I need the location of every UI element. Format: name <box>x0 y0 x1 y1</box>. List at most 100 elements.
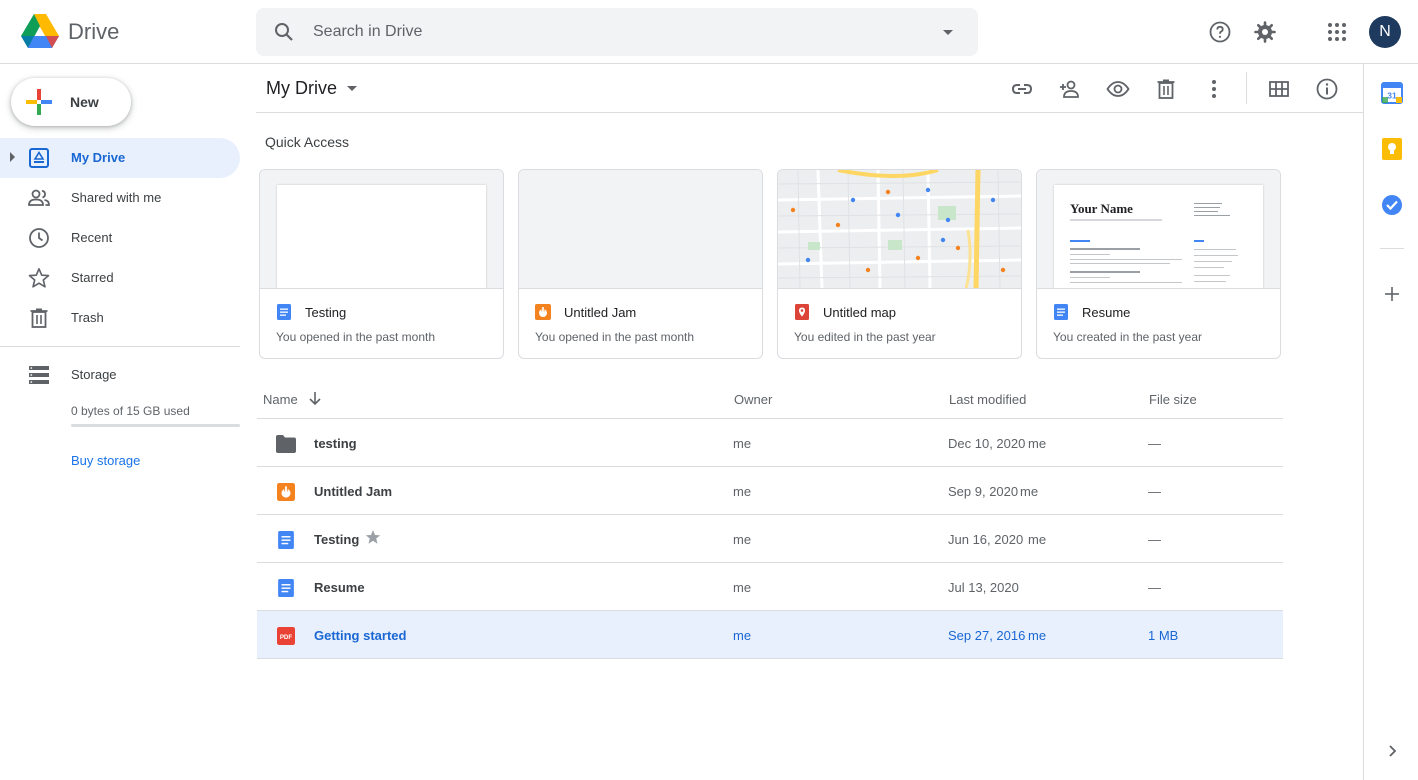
pdf-file-icon: PDF <box>277 627 295 645</box>
sidebar-item-label: Starred <box>71 270 114 285</box>
keep-icon[interactable] <box>1381 138 1403 160</box>
calendar-icon[interactable]: 31 <box>1381 82 1403 104</box>
file-size: 1 MB <box>1148 628 1179 643</box>
file-owner: me <box>733 532 752 547</box>
top-bar: Drive N <box>0 0 1418 64</box>
expand-arrow-icon[interactable] <box>10 152 15 162</box>
map-thumbnail-image <box>778 170 1021 288</box>
file-modified-by: me <box>1028 628 1047 643</box>
new-button-label: New <box>70 94 99 110</box>
sidebar-item-starred[interactable]: Starred <box>0 258 240 298</box>
quick-access-card[interactable]: Your Name Resume You created in the past… <box>1036 169 1281 359</box>
file-modified-by: me <box>1028 436 1047 451</box>
my-drive-dropdown-icon[interactable] <box>347 86 357 91</box>
sidebar-item-label: Storage <box>71 367 117 382</box>
file-modified-by: me <box>1028 532 1047 547</box>
file-owner: me <box>733 628 752 643</box>
storage-progress-bar <box>71 424 240 427</box>
apps-grid-icon[interactable] <box>1325 20 1349 44</box>
sort-direction-arrow-icon[interactable] <box>307 390 323 406</box>
get-link-icon[interactable] <box>1010 77 1034 101</box>
search-bar[interactable] <box>256 8 978 56</box>
sidebar-item-label: Recent <box>71 230 113 245</box>
card-subtitle: You created in the past year <box>1053 330 1202 344</box>
card-file-name: Resume <box>1082 305 1131 320</box>
toolbar-divider <box>1246 72 1247 104</box>
tasks-icon[interactable] <box>1381 194 1403 216</box>
card-thumbnail <box>260 170 503 289</box>
svg-text:PDF: PDF <box>280 634 293 641</box>
doc-preview <box>277 185 486 288</box>
column-header-name[interactable]: Name <box>263 392 298 407</box>
sidebar-item-label: Shared with me <box>71 190 162 205</box>
column-header-last-modified[interactable]: Last modified <box>949 392 1026 407</box>
storage-icon <box>29 366 49 384</box>
card-file-name: Untitled Jam <box>564 305 637 320</box>
content-toolbar: My Drive <box>256 64 1363 113</box>
remove-trash-icon[interactable] <box>1154 77 1178 101</box>
column-header-owner[interactable]: Owner <box>734 392 772 407</box>
sidebar-item-recent[interactable]: Recent <box>0 218 240 258</box>
file-last-modified: Jul 13, 2020 <box>948 580 1019 595</box>
file-size: — <box>1148 532 1161 547</box>
file-row[interactable]: Untitled Jam me Sep 9, 2020 me — <box>257 467 1283 515</box>
card-subtitle: You opened in the past month <box>535 330 695 344</box>
quick-access-card[interactable]: Testing You opened in the past month <box>259 169 504 359</box>
view-details-info-icon[interactable] <box>1315 77 1339 101</box>
shared-people-icon <box>28 189 50 206</box>
starred-icon[interactable] <box>365 529 381 545</box>
file-owner: me <box>733 436 752 451</box>
card-thumbnail <box>519 170 762 289</box>
star-outline-icon <box>28 267 50 288</box>
svg-text:31: 31 <box>1387 91 1397 101</box>
quick-access-title: Quick Access <box>265 134 350 150</box>
file-name: testing <box>314 436 357 451</box>
my-maps-icon <box>795 304 809 320</box>
settings-gear-icon[interactable] <box>1253 20 1277 44</box>
file-row[interactable]: testing me Dec 10, 2020 me — <box>257 419 1283 467</box>
storage-usage-text: 0 bytes of 15 GB used <box>71 404 190 418</box>
file-row[interactable]: Testing me Jun 16, 2020 me — <box>257 515 1283 563</box>
column-header-file-size[interactable]: File size <box>1149 392 1197 407</box>
add-addon-plus-icon[interactable] <box>1381 283 1403 305</box>
file-name: Untitled Jam <box>314 484 393 499</box>
grid-view-icon[interactable] <box>1267 77 1291 101</box>
resume-preview: Your Name <box>1054 185 1263 288</box>
folder-icon <box>276 435 296 453</box>
chevron-right-icon[interactable] <box>1381 740 1403 762</box>
search-icon[interactable] <box>272 20 296 44</box>
sidebar-item-my-drive[interactable]: My Drive <box>0 138 240 178</box>
file-last-modified: Sep 27, 2016 <box>948 628 1026 643</box>
more-actions-icon[interactable] <box>1202 77 1226 101</box>
file-last-modified: Sep 9, 2020 <box>948 484 1019 499</box>
file-row-selected[interactable]: PDF Getting started me Sep 27, 2016 me 1… <box>257 611 1283 659</box>
google-docs-icon <box>1054 304 1068 320</box>
search-options-dropdown-icon[interactable] <box>936 20 960 44</box>
sidebar-item-shared-with-me[interactable]: Shared with me <box>0 178 240 218</box>
my-drive-icon <box>29 148 49 168</box>
preview-eye-icon[interactable] <box>1106 77 1130 101</box>
new-button[interactable]: New <box>11 78 131 126</box>
quick-access-card[interactable]: Untitled Jam You opened in the past mont… <box>518 169 763 359</box>
jamboard-icon <box>277 483 295 501</box>
file-row[interactable]: Resume me Jul 13, 2020 — <box>257 563 1283 611</box>
page-title[interactable]: My Drive <box>266 78 337 99</box>
sidebar-item-label: My Drive <box>71 150 126 165</box>
sidebar-item-storage[interactable]: Storage <box>0 355 240 395</box>
file-size: — <box>1148 580 1161 595</box>
quick-access-card[interactable]: Untitled map You edited in the past year <box>777 169 1022 359</box>
card-subtitle: You edited in the past year <box>794 330 936 344</box>
drive-logo-icon[interactable] <box>21 14 59 48</box>
search-input[interactable] <box>313 20 913 44</box>
buy-storage-link[interactable]: Buy storage <box>71 453 140 468</box>
file-owner: me <box>733 484 752 499</box>
file-size: — <box>1148 484 1161 499</box>
share-add-person-icon[interactable] <box>1058 77 1082 101</box>
trash-icon <box>30 308 48 328</box>
sidebar-item-trash[interactable]: Trash <box>0 298 240 338</box>
card-subtitle: You opened in the past month <box>276 330 436 344</box>
file-last-modified: Dec 10, 2020 <box>948 436 1026 451</box>
file-modified-by: me <box>1020 484 1039 499</box>
account-avatar[interactable]: N <box>1369 16 1401 48</box>
help-icon[interactable] <box>1208 20 1232 44</box>
